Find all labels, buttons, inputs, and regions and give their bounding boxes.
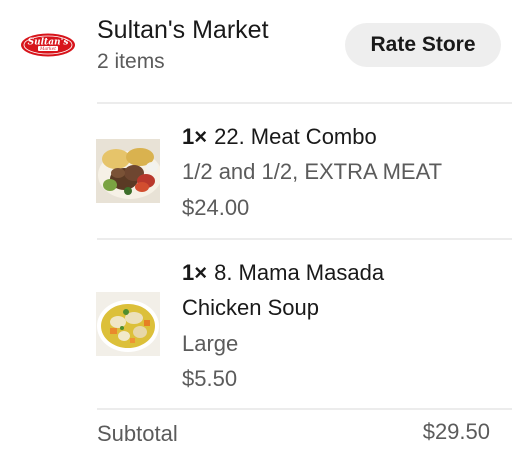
item-price: $24.00 bbox=[182, 195, 250, 220]
divider bbox=[97, 408, 512, 410]
chicken-soup-thumbnail bbox=[96, 292, 160, 356]
item-title: 1× 22. Meat Combo bbox=[182, 122, 377, 152]
item-quantity: 1× bbox=[182, 260, 208, 285]
item-options: Large bbox=[182, 331, 239, 356]
store-logo: Sultan's Market bbox=[21, 33, 75, 57]
store-name: Sultan's Market bbox=[97, 16, 269, 44]
subtotal-label: Subtotal bbox=[97, 421, 178, 446]
divider bbox=[97, 102, 512, 104]
svg-text:Market: Market bbox=[39, 47, 56, 52]
item-price: $5.50 bbox=[182, 366, 238, 391]
item-name-line2: Chicken Soup bbox=[182, 295, 319, 320]
item-name: 22. Meat Combo bbox=[214, 124, 377, 149]
meat-combo-thumbnail bbox=[96, 139, 160, 203]
item-title: 1× 8. Mama Masada bbox=[182, 258, 384, 288]
store-header: Sultan's Market Sultan's Market 2 items … bbox=[0, 0, 512, 102]
item-options: 1/2 and 1/2, EXTRA MEAT bbox=[182, 159, 443, 184]
subtotal-value: $29.50 bbox=[422, 419, 490, 444]
rate-store-button[interactable]: Rate Store bbox=[345, 23, 501, 67]
item-count: 2 items bbox=[97, 50, 165, 73]
divider bbox=[97, 238, 512, 240]
item-name-line1: 8. Mama Masada bbox=[214, 260, 385, 285]
item-quantity: 1× bbox=[182, 124, 208, 149]
